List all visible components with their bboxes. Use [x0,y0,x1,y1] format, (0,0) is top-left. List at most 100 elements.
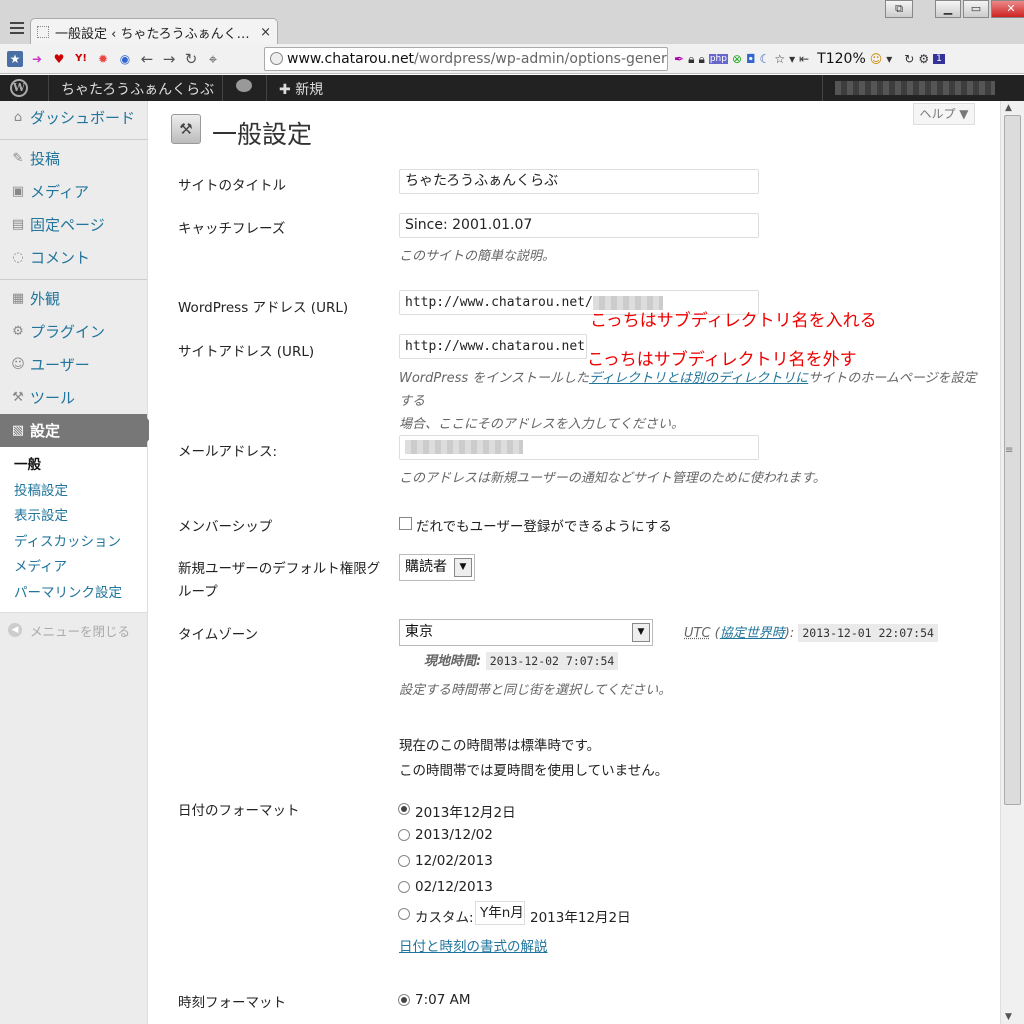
xbox-icon[interactable]: ⊗ [732,52,742,66]
wordpress-logo-icon[interactable]: W [10,79,28,97]
window-restore-extra-button[interactable]: ⧉ [885,0,913,18]
separate-directory-link[interactable]: ディレクトリとは別のディレクトリに [589,371,808,386]
home-target-icon[interactable]: ⌖ [203,49,223,69]
bookmark-manager-icon[interactable]: ★ [7,50,23,67]
tagline-input[interactable]: Since: 2001.01.07 [399,213,759,238]
pin-icon[interactable]: ⇤ [799,52,809,66]
menu-users[interactable]: ☺ ユーザー [0,348,147,381]
submenu-permalinks[interactable]: パーマリンク設定 [0,581,147,607]
tab-close-icon[interactable]: × [260,25,271,40]
menu-settings[interactable]: ▧ 設定 [0,414,157,447]
admin-sidebar: ⌂ ダッシュボード ✎ 投稿 ▣ メディア ▤ 固定ページ ◌ コメント ▦ 外観 ⚙ プラグ… [0,101,157,1024]
scrollbar-thumb[interactable] [1004,115,1021,805]
date-format-custom-preview: 2013年12月2日 [530,910,631,926]
pocket-heart-icon[interactable]: ♥ [51,51,67,67]
date-format-radio-4[interactable] [398,881,410,893]
collapse-menu-button[interactable]: ◀ メニューを閉じる [0,615,147,645]
date-format-radio-2[interactable] [398,829,410,841]
sync-icon[interactable]: ↻ [904,52,914,66]
menu-settings-label: 設定 [30,422,61,440]
submenu-general[interactable]: 一般 [0,453,147,479]
forward-icon[interactable]: → [159,49,179,69]
extension-tools-icon[interactable]: ⚙ [918,52,929,66]
date-format-option-2[interactable]: 2013/12/02 [415,827,493,843]
date-format-option-4[interactable]: 02/12/2013 [415,879,493,895]
utc-close: ): [784,626,795,641]
back-icon[interactable]: ← [137,49,157,69]
date-format-radio-3[interactable] [398,855,410,867]
menu-media-label: メディア [30,183,89,201]
membership-checkbox[interactable] [399,517,412,530]
comment-bubble-icon[interactable] [236,79,252,92]
notification-badge-icon[interactable]: 1 [933,54,945,64]
browser-menu-button[interactable] [6,18,28,38]
date-format-radio-1[interactable] [398,803,410,815]
pen-icon[interactable]: ✒ [674,52,684,66]
page-title: 一般設定 [212,120,313,149]
wp-address-annotation: こっちはサブディレクトリ名を入れる [590,311,877,331]
date-format-custom-label[interactable]: カスタム: [415,906,474,926]
appearance-icon: ▦ [11,290,25,306]
extension-square-icon[interactable]: ◘ [746,52,756,66]
submenu-writing[interactable]: 投稿設定 [0,479,147,505]
menu-media[interactable]: ▣ メディア [0,175,147,208]
site-title-input[interactable]: ちゃたろうふぁんくらぶ [399,169,759,194]
adminbar-user-blurred[interactable] [835,81,995,95]
zoom-level[interactable]: T120% [817,51,866,67]
help-button[interactable]: ヘルプ ▼ [913,103,975,125]
time-format-radio-1[interactable] [398,994,410,1006]
date-format-option-1[interactable]: 2013年12月2日 [415,801,516,821]
date-format-custom-input[interactable]: Y年n月 [475,901,525,925]
window-maximize-button[interactable]: ▭ [963,0,989,18]
php-icon[interactable]: php [708,54,728,64]
extension-eye-icon[interactable]: ◉ [117,51,133,67]
adminbar-site-name[interactable]: ちゃたろうふぁんくらぶ [61,79,214,99]
extension-arrows-icon[interactable]: ➜ [29,51,45,67]
default-role-value: 購読者 [405,559,447,575]
utc-link[interactable]: 協定世界時 [720,626,785,641]
utc-time-value: 2013-12-01 22:07:54 [798,624,938,642]
site-address-input[interactable]: http://www.chatarou.net [399,334,587,359]
moon-icon[interactable]: ☾ [760,52,771,66]
default-role-select[interactable]: 購読者 ▼ [399,554,475,581]
menu-appearance[interactable]: ▦ 外観 [0,282,147,315]
window-minimize-button[interactable]: ▁ [935,0,961,18]
url-dropdown-icon[interactable]: ▾ [789,52,795,66]
adminbar-new-label: 新規 [295,82,324,98]
scroll-down-icon[interactable]: ▼ [1005,1012,1012,1022]
extension-burst-icon[interactable]: ✹ [95,51,111,67]
window-close-button[interactable]: ✕ [991,0,1024,18]
menu-tools[interactable]: ⚒ ツール [0,381,147,414]
submenu-reading[interactable]: 表示設定 [0,504,147,530]
browser-tab[interactable]: 一般設定 ‹ ちゃたろうふぁんく… × [30,18,278,45]
page-scrollbar[interactable]: ▲ ≡ ▼ [1000,101,1024,1024]
date-format-radio-custom[interactable] [398,908,410,920]
face-icon[interactable]: ☺ [870,52,883,66]
lock-icon[interactable]: 🔒︎ [688,52,694,67]
zoom-dropdown-icon[interactable]: ▾ [886,52,892,66]
scroll-up-icon[interactable]: ▲ [1005,103,1012,113]
reload-icon[interactable]: ↻ [181,49,201,69]
menu-posts[interactable]: ✎ 投稿 [0,142,147,175]
submenu-discussion[interactable]: ディスカッション [0,530,147,556]
bookmark-star-icon[interactable]: ☆ [774,52,785,66]
menu-appearance-label: 外観 [30,290,61,308]
date-time-format-docs-link[interactable]: 日付と時刻の書式の解説 [399,935,548,955]
email-input[interactable] [399,435,759,460]
date-format-option-3[interactable]: 12/02/2013 [415,853,493,869]
submenu-media[interactable]: メディア [0,555,147,581]
adminbar-new-button[interactable]: ✚ 新規 [279,79,323,99]
menu-pages[interactable]: ▤ 固定ページ [0,208,147,241]
menu-comments[interactable]: ◌ コメント [0,241,147,274]
lock-icon-2[interactable]: 🔒︎ [698,52,704,67]
address-bar[interactable]: www.chatarou.net/wordpress/wp-admin/opti… [264,47,668,71]
time-format-option-1[interactable]: 7:07 AM [415,992,471,1008]
menu-dashboard[interactable]: ⌂ ダッシュボード [0,101,147,134]
menu-plugins[interactable]: ⚙ プラグイン [0,315,147,348]
membership-checkbox-label[interactable]: だれでもユーザー登録ができるようにする [416,515,672,535]
timezone-select[interactable]: 東京 ▼ [399,619,653,646]
site-address-desc-line2: 場合、ここにそのアドレスを入力してください。 [399,417,684,432]
yahoo-icon[interactable]: Y! [73,51,89,67]
tab-title: 一般設定 ‹ ちゃたろうふぁんく… [55,26,250,42]
wp-address-label: WordPress アドレス (URL) [178,300,349,316]
